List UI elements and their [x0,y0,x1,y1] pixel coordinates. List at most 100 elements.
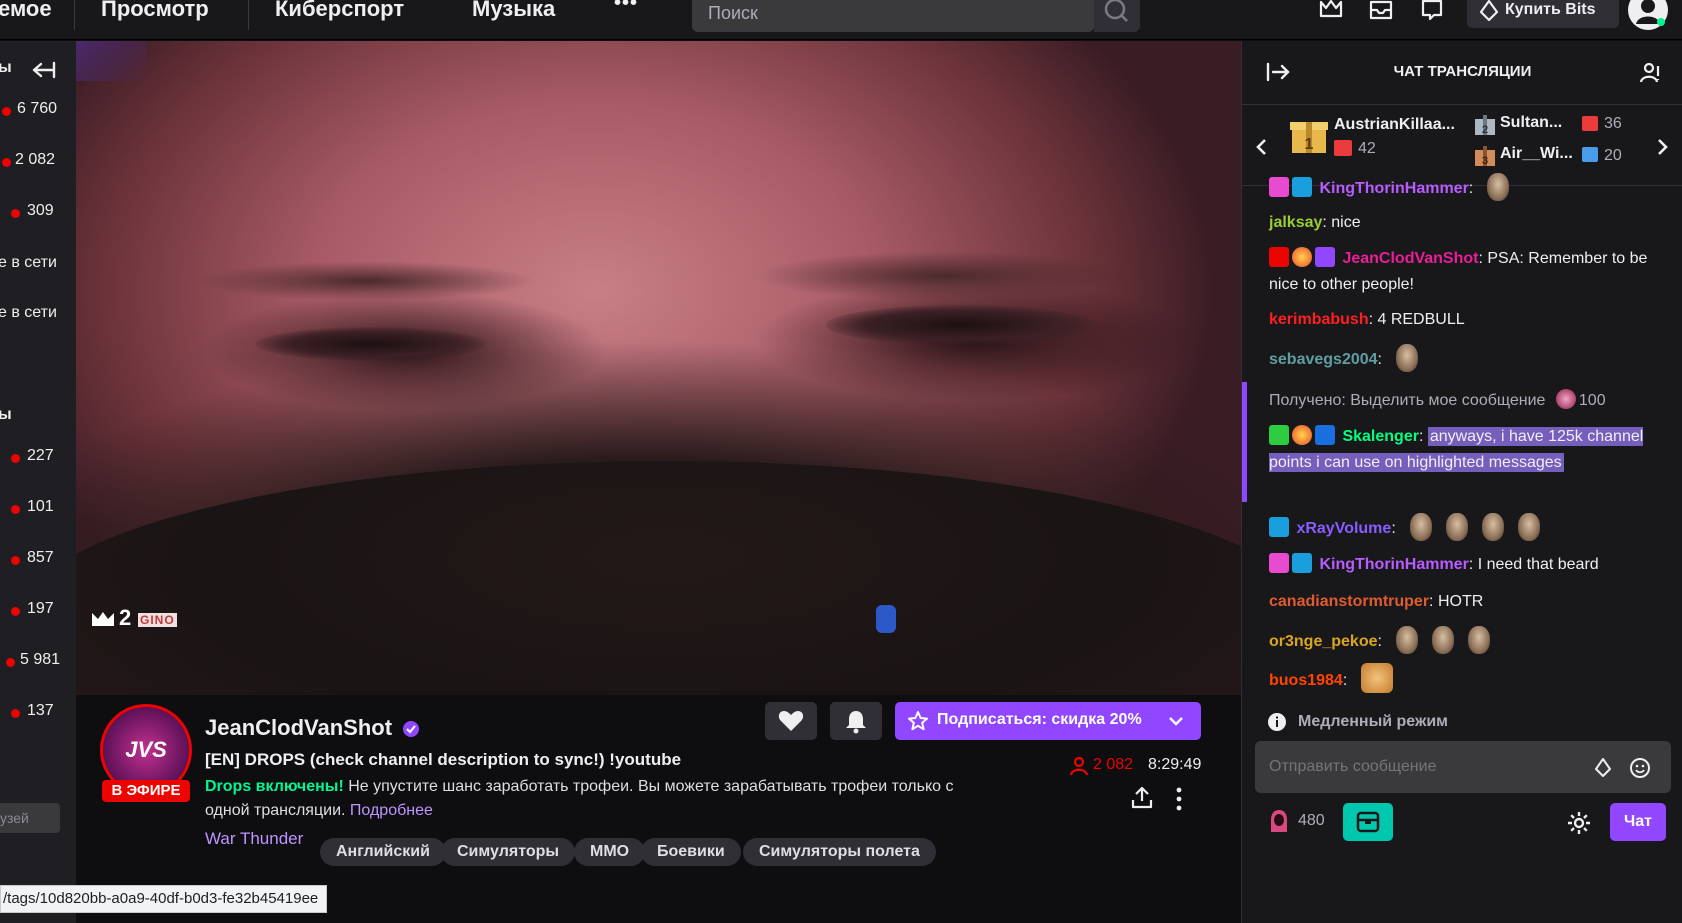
chest-icon [1356,811,1380,833]
chat-message: KingThorinHammer: I need that beard [1269,552,1659,578]
stream-uptime: 8:29:49 [1148,756,1202,773]
prime-badge-icon [1292,177,1312,197]
live-indicator [2,107,11,116]
status-bar-url: /tags/10d820bb-a0a9-40df-b0d3-fe32b45419… [0,885,328,913]
leaderboard-first-gifts: 42 [1358,140,1376,157]
sidebar-viewer-count[interactable]: 197 [27,600,54,618]
chat-message: Skalenger: anyways, i have 125k channel … [1269,424,1659,476]
share-icon[interactable] [1130,785,1154,811]
chat-message-text: I need that beard [1477,556,1599,573]
more-menu-button[interactable]: ••• [614,0,638,15]
chat-username[interactable]: buos1984 [1269,672,1343,689]
learn-more-link[interactable]: Подробнее [350,802,433,819]
chat-username[interactable]: canadianstormtruper [1269,593,1429,610]
tag-mmo[interactable]: MMO [574,838,646,866]
gear-icon[interactable] [1567,811,1591,835]
sidebar-viewer-count[interactable]: 227 [27,447,54,465]
prime-crown-icon[interactable] [1317,0,1345,24]
bits-icon [1479,0,1499,22]
community-icon[interactable] [1639,61,1665,85]
chevron-right-icon[interactable] [1656,137,1670,157]
sidebar-viewer-count[interactable]: 309 [27,202,54,220]
live-badge: В ЭФИРЕ [102,780,190,802]
nav-link-music[interactable]: Музыка [472,0,555,22]
sidebar-viewer-count[interactable]: 137 [27,702,54,720]
chat-username[interactable]: xRayVolume [1296,520,1391,537]
video-player[interactable]: 2 GINO [76,41,1241,695]
sidebar-viewer-count[interactable]: 6 760 [17,100,57,118]
chat-username[interactable]: sebavegs2004 [1269,351,1378,368]
tag-flight-simulators[interactable]: Симуляторы полета [743,838,936,866]
emote-icon [1487,173,1510,201]
chat-username[interactable]: KingThorinHammer [1319,556,1468,573]
chevron-down-icon[interactable] [1167,713,1185,729]
chat-message: xRayVolume: [1269,513,1659,542]
sidebar-offline-status[interactable]: е в сети [0,254,57,272]
chat-username[interactable]: or3nge_pekoe [1269,633,1377,650]
sidebar-viewer-count[interactable]: 101 [27,498,54,516]
nav-link-following[interactable]: емое [0,0,52,22]
chat-input[interactable] [1255,741,1585,793]
gift-silver-icon: 2 [1475,115,1495,136]
follow-button[interactable] [765,702,817,740]
search-input[interactable] [692,0,1094,32]
chevron-left-icon[interactable] [1254,137,1268,157]
chat-username[interactable]: jalksay [1269,214,1322,231]
emote-icon [1395,344,1418,372]
more-options-icon[interactable] [1174,786,1184,812]
chat-message: JeanClodVanShot: PSA: Remember to be nic… [1269,246,1659,298]
sidebar-viewer-count[interactable]: 5 981 [20,651,60,669]
leaderboard-second-name[interactable]: Sultan... [1500,114,1562,132]
chat-panel: ЧАТ ТРАНСЛЯЦИИ 1 AustrianKillaa... 42 2 … [1241,41,1682,923]
game-link[interactable]: War Thunder [205,829,303,849]
subscribe-button[interactable]: Подписаться: скидка 20% [895,702,1201,740]
stream-title: [EN] DROPS (check channel description to… [205,750,682,769]
channel-points-icon[interactable] [1267,808,1291,834]
emote-icon [1481,513,1504,541]
user-avatar[interactable] [1628,0,1668,30]
channel-points-icon [1555,389,1576,409]
leaderboard-third-name[interactable]: Air__Wi... [1500,145,1573,163]
leaderboard-first-name[interactable]: AustrianKillaa... [1334,116,1455,134]
tag-action[interactable]: Боевики [641,838,741,866]
sidebar-viewer-count[interactable]: 857 [27,549,54,567]
verified-icon [403,721,419,737]
get-bits-button[interactable]: Купить Bits [1467,0,1619,28]
tag-english[interactable]: Английский [320,838,446,866]
notifications-button[interactable] [830,702,882,740]
channel-points-balance[interactable]: 480 [1298,812,1325,830]
leaderboard-second-gifts: 36 [1604,115,1622,132]
chat-username[interactable]: kerimbabush [1269,311,1369,328]
claim-bonus-button[interactable] [1343,803,1393,841]
tag-simulators[interactable]: Симуляторы [441,838,576,866]
send-chat-button[interactable]: Чат [1610,803,1666,841]
chat-message: jalksay: nice [1269,214,1361,231]
nav-link-esports[interactable]: Киберспорт [275,0,404,22]
redemption-text: Получено: Выделить мое сообщение [1269,392,1546,409]
channel-name[interactable]: JeanClodVanShot [205,715,392,741]
bits-icon[interactable] [1593,757,1613,779]
chat-header-title: ЧАТ ТРАНСЛЯЦИИ [1393,63,1532,80]
sidebar-viewer-count[interactable]: 2 082 [15,151,55,169]
sidebar-search-fragment[interactable]: узей [0,803,60,833]
emote-icon [1395,626,1418,654]
drops-enabled-label: Drops включены! [205,778,344,795]
emote-picker-icon[interactable] [1629,757,1651,779]
video-corner-overlay [76,41,146,81]
nav-link-browse[interactable]: Просмотр [101,0,209,22]
get-bits-label: Купить Bits [1505,1,1596,18]
drops-info: Drops включены! Не упустите шанс заработ… [205,775,975,823]
chat-username[interactable]: Skalenger [1342,428,1418,445]
chat-username[interactable]: JeanClodVanShot [1342,250,1478,267]
live-indicator [11,454,20,463]
chat-username[interactable]: KingThorinHammer [1319,180,1468,197]
emote-icon [1445,513,1468,541]
inbox-icon[interactable] [1367,0,1395,24]
video-feature [76,461,1241,695]
collapse-arrow-icon[interactable] [32,61,56,79]
info-icon [1268,713,1286,731]
whispers-icon[interactable] [1418,0,1446,24]
search-button[interactable] [1094,0,1140,32]
sidebar-offline-status[interactable]: е в сети [0,304,57,322]
emote-icon [1409,513,1432,541]
